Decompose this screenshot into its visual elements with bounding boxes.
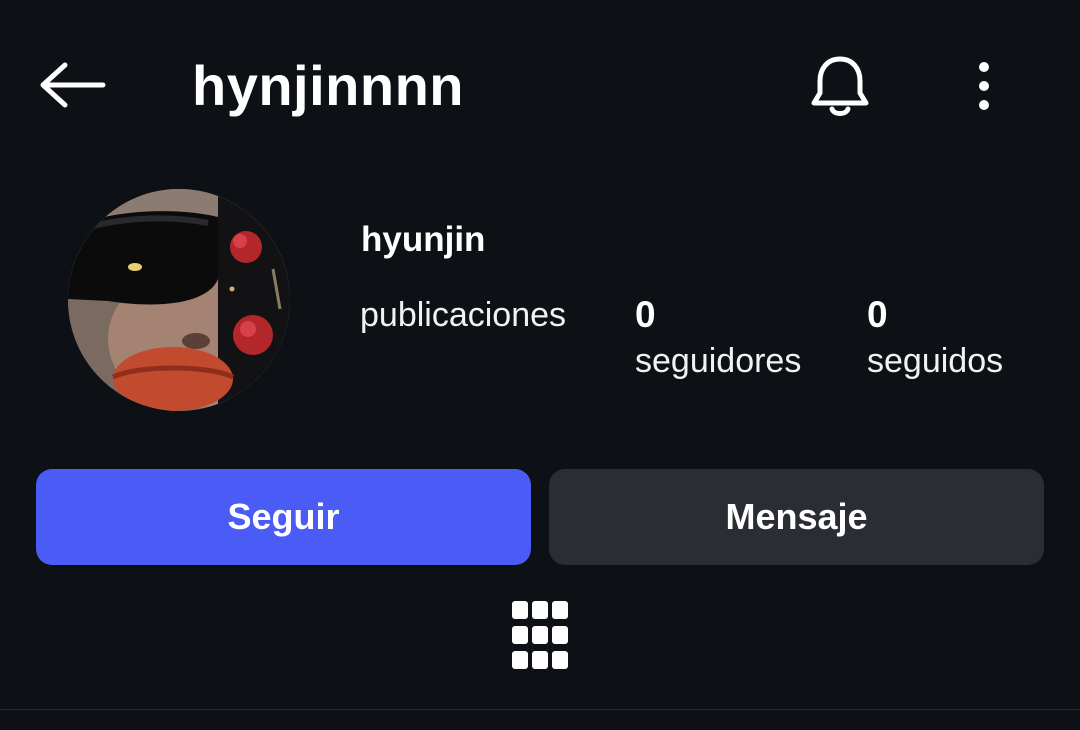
stat-following-value: 0 (867, 294, 888, 335)
display-name: hyunjin (361, 220, 486, 259)
arrow-left-icon (37, 61, 107, 114)
grid-icon (512, 600, 568, 674)
profile-header: hynjinnnn (0, 0, 1080, 170)
avatar[interactable] (68, 189, 290, 411)
stat-followers-value: 0 (635, 294, 656, 335)
divider (0, 709, 1080, 710)
notifications-button[interactable] (800, 48, 880, 128)
stat-following[interactable]: 0 seguidos (867, 292, 1003, 384)
stat-posts-label: publicaciones (360, 296, 567, 334)
back-button[interactable] (30, 50, 114, 124)
message-button[interactable]: Mensaje (549, 469, 1044, 565)
bell-icon (808, 53, 872, 124)
stat-followers-label: seguidores (635, 342, 802, 380)
follow-button[interactable]: Seguir (36, 469, 531, 565)
stat-following-label: seguidos (867, 342, 1004, 380)
page-title: hynjinnnn (192, 54, 465, 117)
profile-avatar-photo (68, 189, 290, 411)
stat-followers[interactable]: 0 seguidores (635, 292, 801, 384)
more-options-button[interactable] (952, 50, 1016, 126)
more-vertical-icon (977, 60, 991, 117)
stat-posts[interactable]: publicaciones (360, 292, 566, 338)
tab-posts-grid[interactable] (505, 597, 575, 677)
